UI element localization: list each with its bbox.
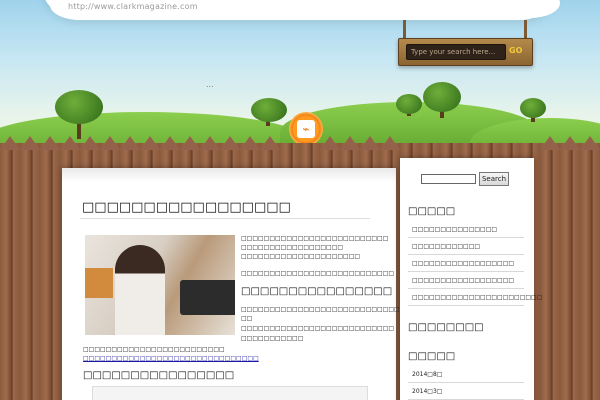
header-search-input[interactable]: Type your search here... [406,44,506,60]
post-title[interactable]: □□□□□□□□□□□□□□□□□ [82,200,291,215]
header-dots: ... [206,80,214,89]
site-url[interactable]: http://www.clarkmagazine.com [68,2,198,11]
header-search-go-button[interactable]: GO [509,46,522,55]
archive-item[interactable]: 2014□3□ [408,383,524,400]
post-text-line: □□□□□□□□□□□□□□□□□□□□□□□□□ [83,346,225,353]
photo-chair [85,268,113,298]
post-sub-line: □□□□□□□□□□□□□□□□□□□□□□□□□□□ [241,325,395,332]
sidebar-heading: □□□□□ [408,206,456,217]
rss-icon: ⌁ [297,120,315,138]
sidebar-archive-list: 2014□8□ 2014□3□ [408,366,524,400]
post-link[interactable]: □□□□□□□□□□□□□□□□□□□□□□□□□□□□□□□ [83,354,259,363]
tree-icon [251,98,287,122]
post-intro-line: □□□□□□□□□□□□□□□□□□□□□□□□□□ [241,235,389,242]
sidebar-item[interactable]: □□□□□□□□□□□□ [408,238,524,255]
sidebar-list: □□□□□□□□□□□□□□□ □□□□□□□□□□□□ □□□□□□□□□□□… [408,221,542,306]
photo-couch [180,280,235,315]
sidebar: Search □□□□□ □□□□□□□□□□□□□□□ □□□□□□□□□□□… [400,158,542,400]
post-intro-line: □□□□□□□□□□□□□□□□□□ [241,244,344,251]
sidebar-item[interactable]: □□□□□□□□□□□□□□□□□□ [408,255,524,272]
sidebar-search-button[interactable]: Search [479,172,509,186]
tree-icon [520,98,546,118]
section-heading: □□□□□□□□□□□□□□□□ [83,370,235,381]
header-search-board: Type your search here... GO [398,38,533,66]
sidebar-heading: □□□□□ [408,351,456,362]
title-divider [80,218,370,219]
post-sub-line: □□ [241,315,253,322]
post-subheading: □□□□□□□□□□□□□□□□ [241,286,393,297]
rss-button[interactable]: ⌁ [289,112,323,146]
post-text-line: □□□□□□□□□□□□□□□□□□□□□□□□□□□ [241,270,395,277]
photo-person [115,245,165,335]
tree-icon [396,94,422,114]
sidebar-heading: □□□□□□□□ [408,322,484,333]
sidebar-item[interactable]: □□□□□□□□□□□□□□□□□□ [408,272,524,289]
post-sub-line: □□□□□□□□□□□ [241,335,304,342]
sidebar-search-input[interactable] [421,174,476,184]
content-box [92,386,368,400]
main-content: □□□□□□□□□□□□□□□□□ □□□□□□□□□□□□□□□□□□□□□□… [62,168,434,400]
tree-icon [55,90,103,124]
post-intro-line: □□□□□□□□□□□□□□□□□□□□□ [241,253,361,260]
sidebar-item[interactable]: □□□□□□□□□□□□□□□ [408,221,524,238]
tree-icon [423,82,461,112]
sidebar-item[interactable]: □□□□□□□□□□□□□□□□□□□□□□□ [408,289,542,306]
post-image [85,235,235,335]
archive-item[interactable]: 2014□8□ [408,366,524,383]
